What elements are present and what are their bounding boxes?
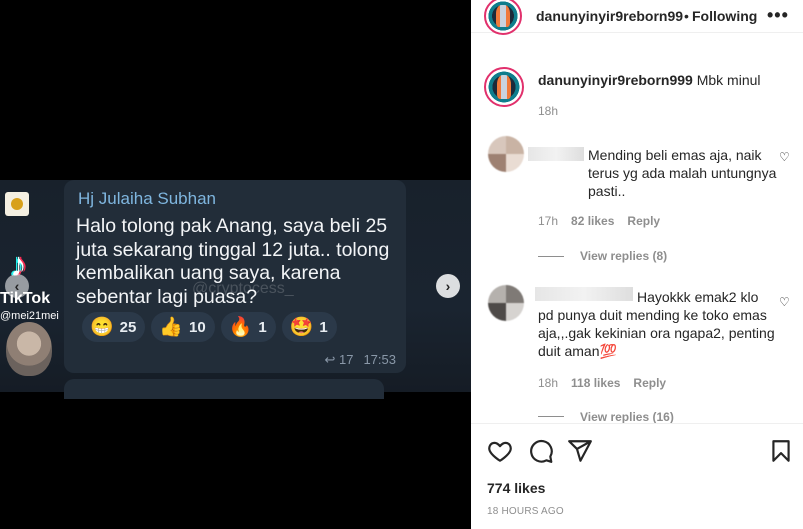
chat-screenshot: Hj Julaiha Subhan Halo tolong pak Anang,… — [0, 180, 471, 399]
star-eyes-emoji-icon: 🤩 — [289, 316, 314, 338]
post-header: danunyinyir9reborn99 • Following ••• — [471, 0, 803, 35]
tiktok-handle: @mei21mei — [0, 310, 59, 322]
reaction-chip: 👍 10 — [151, 312, 215, 342]
forward-count: ↩ 17 — [324, 352, 354, 367]
avatar[interactable] — [484, 0, 522, 35]
like-count[interactable]: 774 likes — [487, 480, 545, 496]
caption-username[interactable]: danunyinyir9reborn999 — [538, 72, 693, 88]
post-username[interactable]: danunyinyir9reborn99 — [536, 8, 683, 24]
caption-time: 18h — [538, 104, 559, 118]
fire-emoji-icon: 🔥 — [228, 316, 253, 338]
bookmark-icon[interactable] — [768, 438, 794, 464]
view-replies-label: View replies (8) — [580, 249, 668, 263]
reaction-chip: 🔥 1 — [220, 312, 276, 342]
chat-sender: Hj Julaiha Subhan — [78, 189, 216, 208]
comment-likes[interactable]: 82 likes — [571, 214, 614, 228]
reaction-count: 25 — [119, 318, 137, 336]
heart-icon[interactable] — [487, 438, 513, 464]
following-button[interactable]: Following — [692, 8, 757, 24]
comments-panel: danunyinyir9reborn99 • Following ••• dan… — [471, 0, 803, 529]
chevron-right-icon[interactable]: › — [436, 274, 460, 298]
reaction-list: 😁 25 👍 10 🔥 1 🤩 1 — [82, 312, 337, 342]
watermark-text: @cryptocess_ — [192, 280, 294, 297]
chat-bubble: Hj Julaiha Subhan Halo tolong pak Anang,… — [64, 180, 406, 373]
thumbs-up-emoji-icon: 👍 — [159, 316, 184, 338]
view-replies-button[interactable]: View replies (8) — [538, 249, 667, 263]
reaction-count: 1 — [319, 318, 328, 336]
comment-avatar[interactable] — [488, 136, 524, 172]
message-meta: ↩ 17 17:53 — [324, 352, 396, 368]
paper-plane-icon[interactable] — [567, 438, 593, 464]
caption: danunyinyir9reborn999 Mbk minul — [538, 72, 761, 88]
separator-dot: • — [684, 8, 689, 24]
group-avatar — [5, 192, 29, 216]
comment-icon[interactable] — [528, 438, 554, 464]
caption-text: Mbk minul — [696, 72, 761, 88]
next-chat-bubble — [64, 379, 384, 399]
message-time: 17:53 — [363, 352, 396, 367]
creator-photo — [6, 322, 52, 376]
comment-avatar[interactable] — [488, 285, 524, 321]
view-replies-button[interactable]: View replies (16) — [538, 410, 674, 423]
comment-text-first-line: Hayokkk emak2 klo — [637, 289, 759, 305]
comment-text: Mending beli emas aja, naik terus yg ada… — [588, 147, 777, 199]
reply-button[interactable]: Reply — [633, 376, 666, 390]
comment-time: 18h — [538, 376, 559, 390]
reaction-count: 10 — [189, 318, 206, 336]
grin-emoji-icon: 😁 — [90, 316, 114, 338]
blurred-username — [528, 147, 584, 161]
comment-likes[interactable]: 118 likes — [571, 376, 620, 390]
post-actions: 774 likes 18 HOURS AGO — [471, 423, 803, 529]
caption-avatar[interactable] — [484, 67, 524, 107]
comment-time: 17h — [538, 214, 559, 228]
view-replies-label: View replies (16) — [580, 410, 674, 423]
blurred-username — [535, 287, 633, 301]
post-media[interactable]: Hj Julaiha Subhan Halo tolong pak Anang,… — [0, 0, 471, 529]
comment-like-heart-icon[interactable]: ♡ — [779, 295, 790, 309]
more-options-icon[interactable]: ••• — [767, 5, 789, 26]
reaction-chip: 🤩 1 — [281, 312, 337, 342]
comment-meta: 17h 82 likes Reply — [538, 214, 660, 228]
reaction-count: 1 — [258, 318, 267, 336]
comment-text: pd punya duit mending ke toko emas aja,,… — [538, 307, 775, 359]
comment-like-heart-icon[interactable]: ♡ — [779, 150, 790, 164]
reply-button[interactable]: Reply — [627, 214, 660, 228]
chevron-left-icon[interactable]: ‹ — [5, 274, 29, 298]
reaction-chip: 😁 25 — [82, 312, 146, 342]
comment-meta: 18h 118 likes Reply — [538, 376, 666, 390]
post-timestamp: 18 HOURS AGO — [487, 506, 564, 517]
